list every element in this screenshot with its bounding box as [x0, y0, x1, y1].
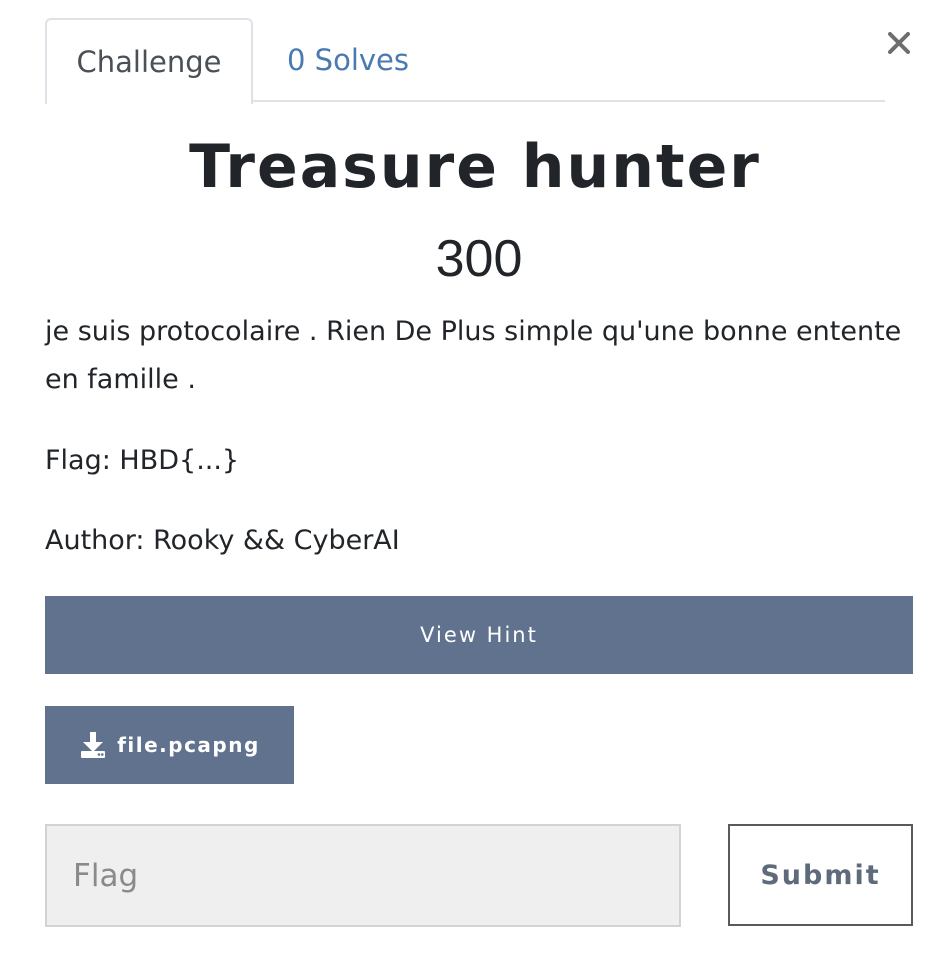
flag-format: Flag: HBD{...} [45, 445, 240, 476]
tab-solves[interactable]: 0 Solves [253, 18, 443, 102]
submit-button[interactable]: Submit [728, 824, 913, 926]
challenge-points: 300 [435, 230, 523, 288]
challenge-author: Author: Rooky && CyberAI [45, 525, 400, 556]
challenge-tabs: Challenge 0 Solves [45, 18, 885, 104]
file-download-button[interactable]: file.pcapng [45, 706, 294, 784]
view-hint-label: View Hint [420, 623, 538, 647]
view-hint-button[interactable]: View Hint [45, 596, 913, 674]
file-name-label: file.pcapng [117, 733, 260, 757]
download-icon [79, 730, 107, 760]
challenge-name: Treasure hunter [189, 132, 761, 202]
tab-challenge[interactable]: Challenge [45, 18, 253, 104]
submit-label: Submit [760, 859, 881, 891]
challenge-description: je suis protocolaire . Rien De Plus simp… [45, 316, 902, 395]
flag-input[interactable] [45, 824, 681, 927]
close-icon [888, 32, 910, 54]
close-button[interactable] [880, 24, 918, 62]
